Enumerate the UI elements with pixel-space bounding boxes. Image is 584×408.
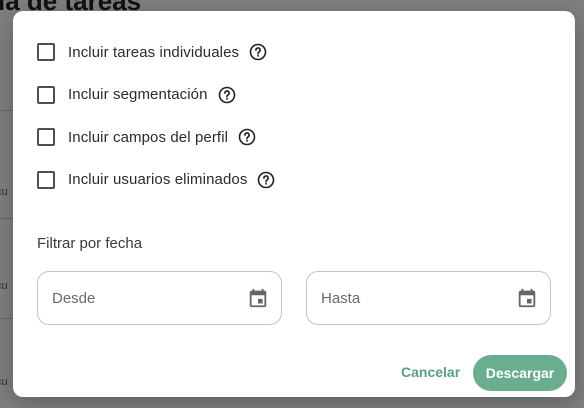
checkbox-include-deleted-users[interactable]: [37, 170, 55, 189]
date-from-placeholder: Desde: [52, 289, 96, 307]
cancel-button[interactable]: Cancelar: [393, 357, 468, 387]
options-list: Incluir tareas individuales Incluir segm…: [37, 41, 275, 211]
option-label[interactable]: Incluir campos del perfil: [68, 129, 228, 146]
download-button[interactable]: Descargar: [473, 355, 567, 391]
help-circle-icon[interactable]: [249, 43, 267, 61]
option-include-segmentation: Incluir segmentación: [37, 84, 275, 106]
date-from-field[interactable]: Desde: [37, 271, 282, 325]
date-filter-label: Filtrar por fecha: [37, 235, 143, 252]
help-circle-icon[interactable]: [238, 128, 256, 146]
option-include-profile-fields: Incluir campos del perfil: [37, 126, 275, 148]
checkbox-include-segmentation[interactable]: [37, 85, 55, 104]
checkbox-include-profile-fields[interactable]: [37, 128, 55, 146]
option-label[interactable]: Incluir segmentación: [68, 86, 208, 103]
calendar-icon[interactable]: [516, 287, 538, 309]
option-label[interactable]: Incluir tareas individuales: [68, 44, 239, 61]
download-dialog: Incluir tareas individuales Incluir segm…: [13, 11, 575, 397]
checkbox-include-individual-tasks[interactable]: [37, 43, 55, 61]
help-circle-icon[interactable]: [257, 171, 275, 189]
date-to-placeholder: Hasta: [321, 289, 361, 307]
option-label[interactable]: Incluir usuarios eliminados: [68, 171, 247, 188]
date-to-field[interactable]: Hasta: [306, 271, 551, 325]
help-circle-icon[interactable]: [218, 86, 236, 104]
calendar-icon[interactable]: [247, 287, 269, 309]
option-include-deleted-users: Incluir usuarios eliminados: [37, 169, 275, 191]
option-include-individual-tasks: Incluir tareas individuales: [37, 41, 275, 63]
